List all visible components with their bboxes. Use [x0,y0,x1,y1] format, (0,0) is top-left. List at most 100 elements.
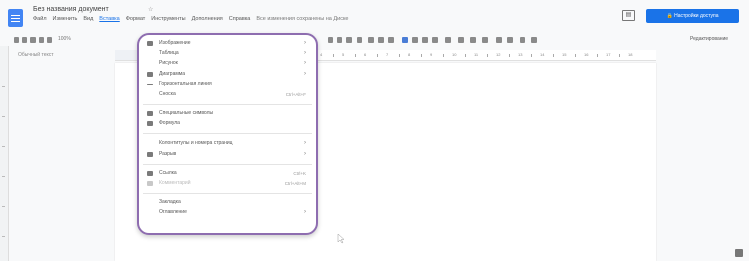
menu-item-label: Горизонтальная линия [159,81,212,87]
explore-icon[interactable] [735,249,743,257]
edit-pencil-icon[interactable] [531,37,537,43]
docs-logo-icon[interactable] [8,9,23,27]
share-button[interactable]: 🔒 Настройки доступа [646,9,739,23]
image-toolbar-icon[interactable] [388,37,394,43]
omega-icon [147,111,153,116]
redo-icon[interactable] [22,37,27,43]
ruler-tick [443,54,444,57]
menu-divider [143,164,312,165]
align-right-icon[interactable] [422,37,428,43]
editing-mode-select[interactable]: Редактирование [690,36,728,42]
ruler-tick [333,54,334,57]
ruler-number: 9 [430,52,433,57]
menu-item-headers-footers[interactable]: Колонтитулы и номера страниц › [147,139,308,148]
increase-indent-icon[interactable] [507,37,513,43]
align-center-icon[interactable] [412,37,418,43]
comments-icon[interactable]: ▤ [622,10,635,21]
undo-icon[interactable] [14,37,19,43]
ruler-tick [487,54,488,57]
menu-format[interactable]: Формат [126,16,146,26]
comment-icon [147,181,153,186]
chevron-right-icon: › [304,209,306,215]
menu-item-bookmark[interactable]: Закладка [147,198,308,207]
ruler-number: 6 [364,52,367,57]
menu-item-equation[interactable]: Формула [147,119,308,128]
checklist-icon[interactable] [458,37,464,43]
menu-tools[interactable]: Инструменты [151,16,185,26]
ruler-number: 17 [606,52,611,57]
ruler-tick [597,54,598,57]
ruler-number: 11 [474,52,479,57]
star-icon[interactable]: ☆ [148,6,153,13]
save-status[interactable]: Все изменения сохранены на Диске [256,16,348,26]
menu-item-link[interactable]: Ссылка Ctrl+K [147,169,308,178]
image-icon [147,41,153,46]
menu-item-label: Таблица [159,50,179,56]
link-toolbar-icon[interactable] [368,37,374,43]
menu-divider [143,133,312,134]
ruler-number: 5 [342,52,345,57]
bulleted-list-icon[interactable] [470,37,476,43]
ruler-number: 15 [562,52,567,57]
menu-item-label: Закладка [159,199,181,205]
spellcheck-icon[interactable] [39,37,44,43]
menu-item-label: Специальные символы [159,110,214,116]
zoom-select[interactable]: 100% [58,36,71,42]
insert-menu: Изображение › Таблица › Рисунок › Диагра… [137,33,318,235]
italic-icon[interactable] [328,37,333,43]
ruler-tick [399,54,400,57]
menu-item-footnote[interactable]: Сноска Ctrl+Alt+F [147,90,308,99]
align-left-icon[interactable] [402,37,408,43]
clear-formatting-icon[interactable] [520,37,525,43]
menu-item-image[interactable]: Изображение › [147,39,308,48]
menu-item-label: Разрыв [159,151,177,157]
menu-file[interactable]: Файл [33,16,47,26]
chevron-right-icon: › [304,140,306,146]
paint-format-icon[interactable] [47,37,52,43]
chevron-right-icon: › [304,40,306,46]
decrease-indent-icon[interactable] [496,37,502,43]
document-title[interactable]: Без названия документ [33,6,109,13]
shortcut-label: Ctrl+K [293,171,306,176]
menu-item-chart[interactable]: Диаграмма › [147,70,308,79]
ruler-number: 10 [452,52,457,57]
ruler-tick [575,54,576,57]
highlight-icon[interactable] [357,37,362,43]
styles-dropdown[interactable]: Обычный текст [18,50,102,60]
menu-item-label: Оглавление [159,209,187,215]
menu-item-label: Сноска [159,91,176,97]
ruler-tick [531,54,532,57]
menu-item-table-of-contents[interactable]: Оглавление › [147,208,308,217]
line-spacing-icon[interactable] [445,37,451,43]
vertical-ruler [0,46,9,261]
align-justify-icon[interactable] [432,37,438,43]
ruler-number: 12 [496,52,501,57]
ruler-number: 4 [320,52,323,57]
menu-item-label: Ссылка [159,170,177,176]
menu-item-comment[interactable]: Комментарий Ctrl+Alt+M [147,179,308,188]
menu-addons[interactable]: Дополнения [192,16,223,26]
break-icon [147,152,153,157]
menu-view[interactable]: Вид [83,16,93,26]
numbered-list-icon[interactable] [482,37,488,43]
ruler-tick [509,54,510,57]
menu-item-special-characters[interactable]: Специальные символы [147,109,308,118]
underline-icon[interactable] [337,37,342,43]
print-icon[interactable] [30,37,36,43]
menu-edit[interactable]: Изменить [53,16,78,26]
comment-toolbar-icon[interactable] [378,37,384,43]
menu-help[interactable]: Справка [229,16,251,26]
text-color-icon[interactable] [346,37,352,43]
menu-item-drawing[interactable]: Рисунок › [147,59,308,68]
mouse-cursor-icon [337,234,345,244]
pi-icon [147,121,153,126]
menu-item-break[interactable]: Разрыв › [147,150,308,159]
menu-item-table[interactable]: Таблица › [147,49,308,58]
menu-divider [143,104,312,105]
ruler-number: 14 [540,52,545,57]
chevron-right-icon: › [304,60,306,66]
ruler-number: 7 [386,52,389,57]
menu-item-horizontal-line[interactable]: Горизонтальная линия [147,80,308,89]
menu-insert[interactable]: Вставка [99,16,119,26]
menu-item-label: Комментарий [159,180,191,186]
